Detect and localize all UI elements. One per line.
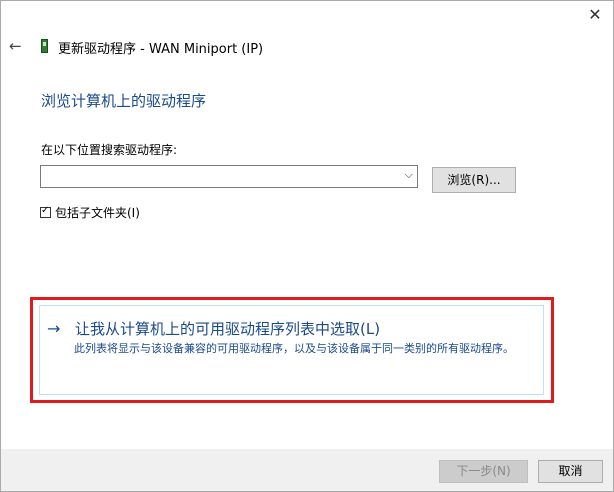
path-combobox[interactable]: ⌵ (40, 165, 418, 188)
window-title: 更新驱动程序 - WAN Miniport (IP) (58, 42, 264, 57)
page-heading: 浏览计算机上的驱动程序 (41, 92, 207, 110)
search-location-label: 在以下位置搜索驱动程序: (41, 143, 178, 157)
include-subfolders-label[interactable]: 包括子文件夹(I) (55, 204, 140, 221)
include-subfolders-option[interactable]: 包括子文件夹(I) (40, 204, 140, 221)
highlight-box (30, 297, 554, 403)
browse-button[interactable]: 浏览(R)... (432, 167, 516, 193)
cancel-button[interactable]: 取消 (538, 460, 603, 483)
include-subfolders-checkbox[interactable] (40, 205, 51, 218)
update-driver-dialog: ✕ ← 更新驱动程序 - WAN Miniport (IP) 浏览计算机上的驱动… (0, 0, 614, 492)
back-arrow-icon[interactable]: ← (9, 37, 22, 55)
next-button[interactable]: 下一步(N) (439, 460, 528, 483)
chevron-down-icon[interactable]: ⌵ (405, 168, 413, 182)
close-icon[interactable]: ✕ (588, 5, 601, 24)
device-icon (41, 39, 48, 53)
path-input[interactable] (41, 166, 399, 187)
close-button[interactable]: ✕ (583, 5, 607, 25)
